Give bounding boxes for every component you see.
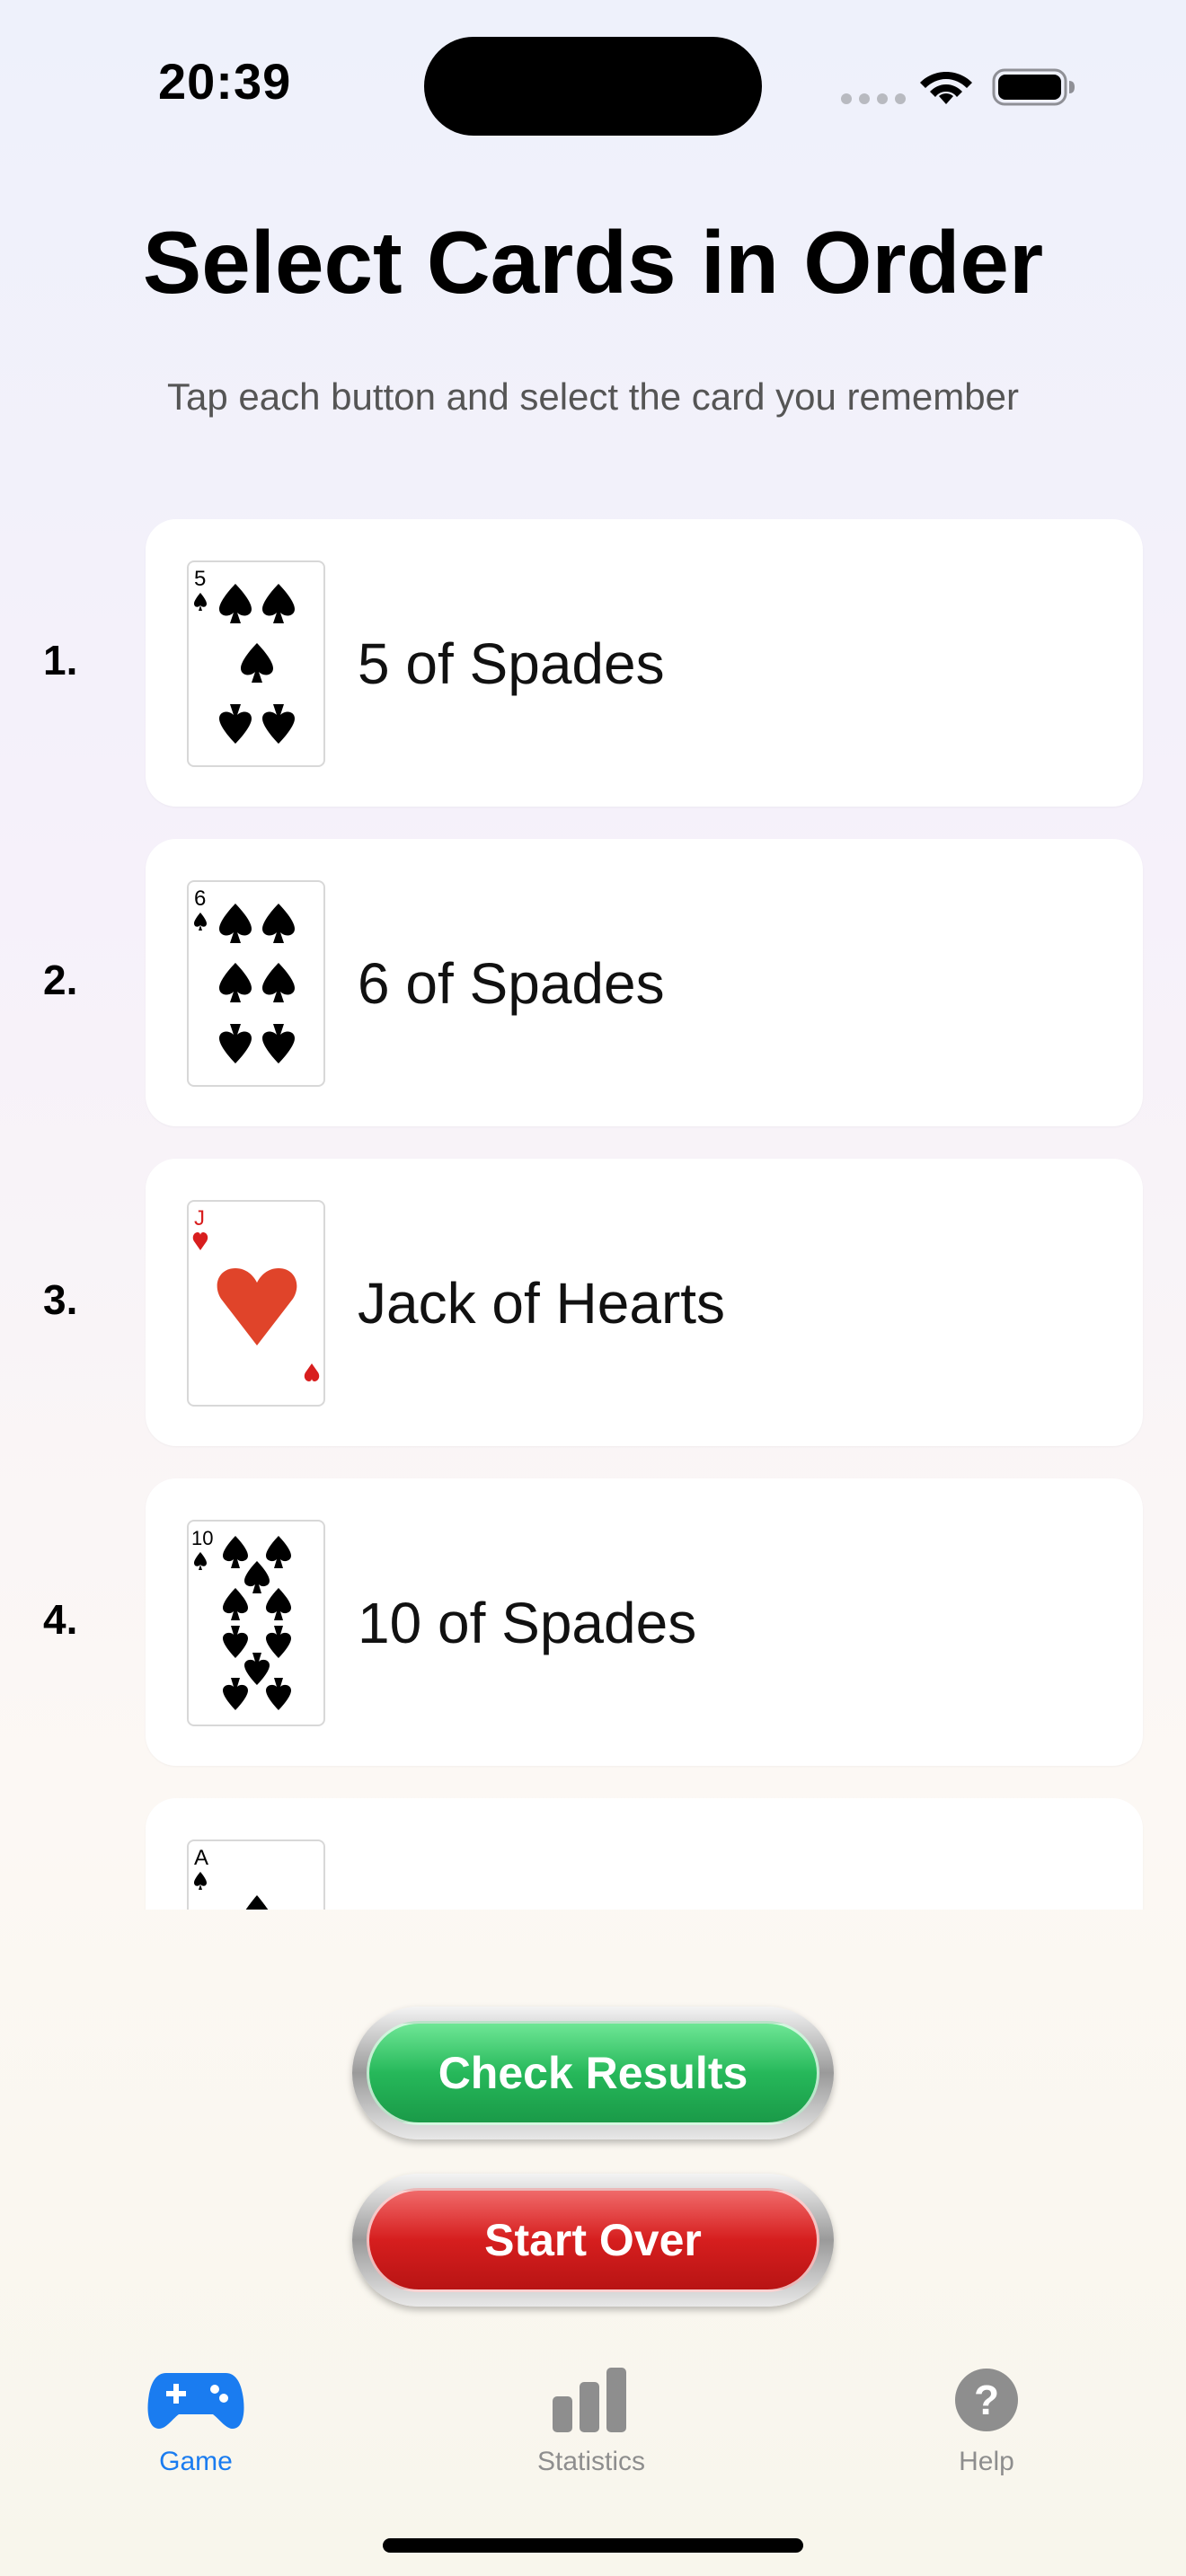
status-time: 20:39 (158, 53, 292, 110)
home-indicator (383, 2538, 803, 2553)
wifi-icon (920, 72, 972, 104)
card-selection-list[interactable]: 1. 5 5 of Spades 2. 6 6 of Spades 3. J J… (0, 512, 1186, 1910)
ten-of-spades-card-icon: 10 (187, 1520, 325, 1726)
row-number: 2. (43, 957, 78, 1003)
card-label: Jack of Hearts (358, 1271, 726, 1336)
bar-chart-icon (553, 2368, 626, 2432)
card-select-button-3[interactable]: J Jack of Hearts (146, 1159, 1143, 1446)
card-row-2: 2. 6 6 of Spades (0, 832, 1186, 1126)
svg-text:5: 5 (194, 567, 206, 591)
question-circle-icon: ? (955, 2369, 1018, 2431)
jack-of-hearts-card-icon: J (187, 1200, 325, 1407)
check-results-button[interactable]: Check Results (352, 2007, 834, 2139)
ace-of-spades-card-icon: A (187, 1839, 325, 1910)
dynamic-island (424, 37, 762, 136)
five-of-spades-card-icon: 5 (187, 560, 325, 767)
check-results-label: Check Results (367, 2021, 819, 2125)
tab-help[interactable]: ? Help (879, 2364, 1094, 2477)
page-subtitle: Tap each button and select the card you … (167, 375, 1019, 418)
card-row-5: A (0, 1791, 1186, 1910)
card-row-3: 3. J Jack of Hearts (0, 1151, 1186, 1446)
card-row-1: 1. 5 5 of Spades (0, 512, 1186, 807)
card-label: 10 of Spades (358, 1591, 697, 1655)
svg-text:10: 10 (191, 1527, 213, 1549)
svg-text:6: 6 (194, 887, 206, 911)
tab-game-label: Game (159, 2447, 233, 2476)
battery-icon (992, 68, 1075, 106)
start-over-label: Start Over (367, 2188, 819, 2292)
card-select-button-4[interactable]: 10 10 of Spades (146, 1478, 1143, 1766)
tab-game[interactable]: Game (88, 2364, 304, 2477)
page-title: Select Cards in Order (142, 213, 1044, 312)
tab-help-label: Help (959, 2447, 1014, 2476)
cellular-signal-icon (841, 93, 906, 104)
card-select-button-5[interactable]: A (146, 1798, 1143, 1910)
svg-text:?: ? (974, 2377, 999, 2423)
card-row-4: 4. 10 10 of Spades (0, 1471, 1186, 1766)
row-number: 1. (43, 637, 78, 684)
card-select-button-1[interactable]: 5 5 of Spades (146, 519, 1143, 807)
row-number: 3. (43, 1276, 78, 1323)
row-number: 4. (43, 1596, 78, 1643)
card-select-button-2[interactable]: 6 6 of Spades (146, 839, 1143, 1126)
card-label: 6 of Spades (358, 951, 665, 1016)
start-over-button[interactable]: Start Over (352, 2174, 834, 2307)
tab-statistics-label: Statistics (536, 2447, 646, 2476)
svg-text:J: J (194, 1206, 205, 1231)
card-label: 5 of Spades (358, 631, 665, 696)
gamecontroller-icon (147, 2373, 244, 2429)
svg-text:A: A (194, 1846, 208, 1870)
tab-statistics[interactable]: Statistics (483, 2364, 699, 2477)
six-of-spades-card-icon: 6 (187, 880, 325, 1087)
